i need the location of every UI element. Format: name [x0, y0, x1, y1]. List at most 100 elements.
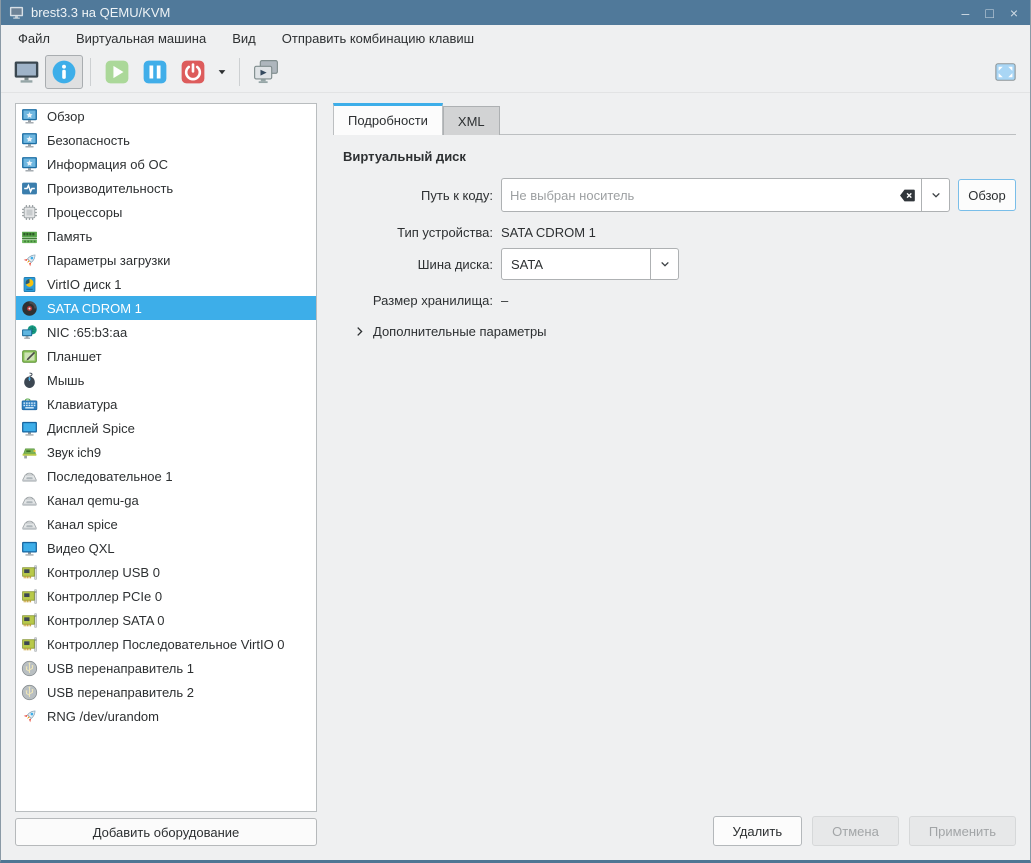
device-list-item[interactable]: Видео QXL [16, 536, 316, 560]
network-icon [21, 324, 38, 341]
device-list-item[interactable]: NIC :65:b3:aa [16, 320, 316, 344]
device-list-item[interactable]: Планшет [16, 344, 316, 368]
rocket-icon [21, 252, 38, 269]
pause-icon [142, 59, 168, 85]
device-label: Планшет [47, 349, 102, 364]
pause-button[interactable] [136, 55, 174, 89]
device-label: Производительность [47, 181, 173, 196]
minimize-button[interactable]: – [962, 6, 970, 20]
device-list-item[interactable]: Последовательное 1 [16, 464, 316, 488]
device-label: Клавиатура [47, 397, 117, 412]
title-bar[interactable]: brest3.3 на QEMU/KVM – □ × [1, 0, 1030, 25]
toolbar-separator [90, 58, 91, 86]
device-label: SATA CDROM 1 [47, 301, 142, 316]
close-button[interactable]: × [1010, 6, 1018, 20]
info-icon [51, 59, 77, 85]
serial-icon [21, 516, 38, 533]
clear-input-icon[interactable] [899, 187, 916, 204]
device-list-item[interactable]: Процессоры [16, 200, 316, 224]
disk-bus-value: SATA [502, 257, 650, 272]
panel-title: Виртуальный диск [343, 149, 1016, 164]
media-path-row: Путь к коду: Обзор [343, 178, 1016, 212]
device-label: VirtIO диск 1 [47, 277, 121, 292]
fullscreen-button[interactable] [986, 55, 1024, 89]
media-path-input[interactable] [502, 188, 899, 203]
device-list-item[interactable]: Контроллер Последовательное VirtIO 0 [16, 632, 316, 656]
maximize-button[interactable]: □ [985, 6, 993, 20]
device-list-item[interactable]: Мышь [16, 368, 316, 392]
disk-bus-dropdown-button[interactable] [650, 249, 678, 279]
controller-icon [21, 612, 38, 629]
device-label: Дисплей Spice [47, 421, 135, 436]
device-list-item[interactable]: Канал qemu-ga [16, 488, 316, 512]
disk-icon [21, 276, 38, 293]
device-list-item[interactable]: Контроллер PCIe 0 [16, 584, 316, 608]
tab-details[interactable]: Подробности [333, 103, 443, 135]
serial-icon [21, 492, 38, 509]
disk-bus-label: Шина диска: [343, 257, 493, 272]
cancel-button[interactable]: Отмена [812, 816, 899, 846]
device-list-item[interactable]: Безопасность [16, 128, 316, 152]
device-list: ОбзорБезопасность Информация об ОС Произво… [15, 103, 317, 812]
vm-details-window: brest3.3 на QEMU/KVM – □ × ФайлВиртуальн… [0, 0, 1031, 863]
device-list-item[interactable]: Контроллер USB 0 [16, 560, 316, 584]
console-button[interactable] [7, 55, 45, 89]
virtual-displays-button[interactable] [247, 55, 285, 89]
device-list-item[interactable]: Производительность [16, 176, 316, 200]
device-label: Канал qemu-ga [47, 493, 139, 508]
device-list-item[interactable]: USB перенаправитель 1 [16, 656, 316, 680]
menu-item[interactable]: Вид [219, 25, 269, 52]
device-list-item[interactable]: Информация об ОС [16, 152, 316, 176]
device-label: Звук ich9 [47, 445, 101, 460]
media-path-dropdown-button[interactable] [921, 179, 949, 211]
caret-down-icon [216, 66, 228, 78]
device-list-item[interactable]: Дисплей Spice [16, 416, 316, 440]
run-button[interactable] [98, 55, 136, 89]
cpu-icon [21, 204, 38, 221]
device-list-item[interactable]: Параметры загрузки [16, 248, 316, 272]
details-button[interactable] [45, 55, 83, 89]
device-list-item[interactable]: Канал spice [16, 512, 316, 536]
device-label: Информация об ОС [47, 157, 168, 172]
device-label: Процессоры [47, 205, 122, 220]
remove-button[interactable]: Удалить [713, 816, 803, 846]
keyboard-icon [21, 396, 38, 413]
menu-item[interactable]: Виртуальная машина [63, 25, 219, 52]
sound-icon [21, 444, 38, 461]
chevron-down-icon [929, 188, 943, 202]
display-icon [21, 420, 38, 437]
performance-icon [21, 180, 38, 197]
storage-size-value: – [501, 293, 508, 308]
media-path-field [501, 178, 950, 212]
device-list-item[interactable]: USB перенаправитель 2 [16, 680, 316, 704]
disk-bus-select[interactable]: SATA [501, 248, 679, 280]
display-icon [21, 540, 38, 557]
device-list-item[interactable]: RNG /dev/urandom [16, 704, 316, 728]
device-label: Последовательное 1 [47, 469, 173, 484]
virtual-disk-panel: Виртуальный диск Путь к коду: Обзор Тип … [333, 135, 1016, 816]
device-list-item[interactable]: Память [16, 224, 316, 248]
device-list-item[interactable]: VirtIO диск 1 [16, 272, 316, 296]
mouse-icon [21, 372, 38, 389]
add-hardware-button[interactable]: Добавить оборудование [15, 818, 317, 846]
shutdown-menu-button[interactable] [212, 55, 232, 89]
device-list-item[interactable]: SATA CDROM 1 [16, 296, 316, 320]
device-list-item[interactable]: Звук ich9 [16, 440, 316, 464]
menu-item[interactable]: Отправить комбинацию клавиш [269, 25, 487, 52]
controller-icon [21, 564, 38, 581]
device-list-item[interactable]: Контроллер SATA 0 [16, 608, 316, 632]
storage-size-label: Размер хранилища: [343, 293, 493, 308]
device-list-item[interactable]: Обзор [16, 104, 316, 128]
device-list-item[interactable]: Клавиатура [16, 392, 316, 416]
tab-xml[interactable]: XML [443, 106, 500, 135]
details-column: Подробности XML Виртуальный диск Путь к … [333, 103, 1016, 846]
hardware-sidebar: ОбзорБезопасность Информация об ОС Произво… [15, 103, 317, 846]
menu-item[interactable]: Файл [5, 25, 63, 52]
shutdown-button[interactable] [174, 55, 212, 89]
main-content: ОбзорБезопасностьИнформация об ОСПроизво… [1, 93, 1030, 860]
browse-button[interactable]: Обзор [958, 179, 1016, 211]
shutdown-icon [180, 59, 206, 85]
menu-bar: ФайлВиртуальная машинаВидОтправить комби… [1, 25, 1030, 52]
apply-button[interactable]: Применить [909, 816, 1016, 846]
advanced-options-expander[interactable]: Дополнительные параметры [353, 324, 1016, 339]
